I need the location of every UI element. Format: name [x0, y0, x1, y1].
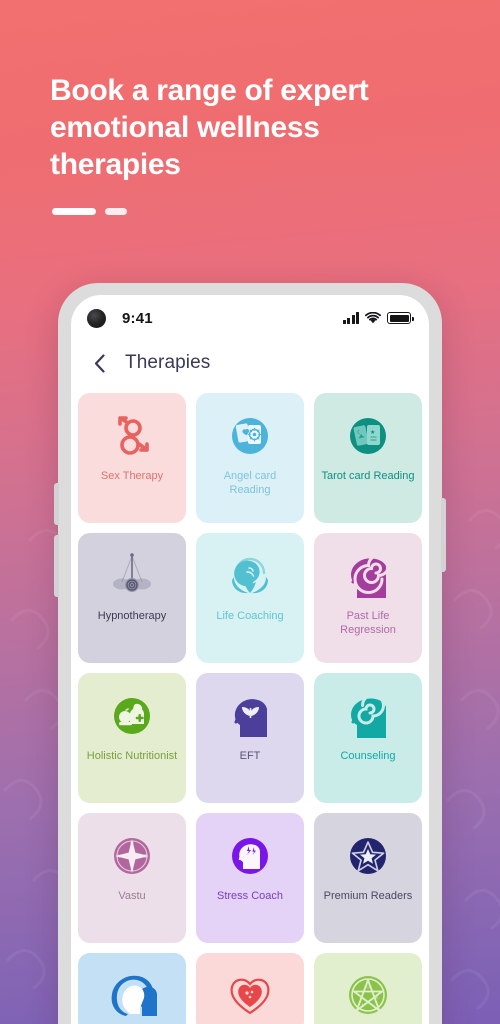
tile-hypnotherapy[interactable]: Hypnotherapy	[78, 533, 186, 663]
app-bar: Therapies	[71, 341, 429, 385]
tile-label: Angel card Reading	[223, 470, 277, 497]
volume-up-button[interactable]	[54, 483, 59, 525]
wifi-icon	[365, 312, 381, 324]
tile-partial-3[interactable]: ☉ ☽ ♃ ♄ ♀	[314, 953, 422, 1024]
svg-text:N: N	[130, 841, 133, 846]
tile-label: Sex Therapy	[100, 470, 164, 482]
status-bar: 9:41	[71, 295, 429, 341]
two-heads-icon	[106, 969, 158, 1021]
nutrition-icon	[108, 687, 156, 745]
compass-icon: N S E W	[108, 827, 156, 885]
tile-counseling[interactable]: Counseling	[314, 673, 422, 803]
head-lightning-icon	[226, 827, 274, 885]
front-camera-icon	[87, 308, 106, 328]
back-button[interactable]	[87, 351, 111, 375]
angel-cards-icon	[226, 407, 274, 465]
tile-label: Life Coaching	[216, 610, 284, 622]
tile-partial-2[interactable]	[196, 953, 304, 1024]
svg-text:♄: ♄	[361, 1003, 365, 1008]
svg-text:♃: ♃	[374, 995, 378, 1000]
pagination-dots	[52, 208, 127, 215]
power-button[interactable]	[441, 498, 446, 572]
head-leaf-icon	[226, 687, 274, 745]
therapy-grid: Sex Therapy Angel card Reading ☾ ★ Tarot…	[78, 393, 422, 1024]
tile-life-coaching[interactable]: Life Coaching	[196, 533, 304, 663]
tile-label: Past Life Regression	[340, 610, 396, 637]
tile-sex-therapy[interactable]: Sex Therapy	[78, 393, 186, 523]
tile-label: Premium Readers	[323, 890, 413, 902]
star-badge-icon	[344, 827, 392, 885]
heart-beat-icon	[226, 969, 274, 1021]
tile-past-life-regression[interactable]: Past Life Regression	[314, 533, 422, 663]
tile-eft[interactable]: EFT	[196, 673, 304, 803]
head-swirl-icon	[343, 687, 393, 745]
tile-partial-1[interactable]	[78, 953, 186, 1024]
volume-down-button[interactable]	[54, 535, 59, 597]
tarot-cards-icon: ☾ ★	[344, 407, 392, 465]
pendulum-icon	[104, 547, 160, 605]
pagination-dot-inactive[interactable]	[105, 208, 127, 215]
svg-text:E: E	[144, 854, 147, 859]
tile-label: Holistic Nutritionist	[86, 750, 178, 762]
tile-label: Vastu	[118, 890, 146, 902]
cellular-signal-icon	[342, 312, 359, 324]
tile-label: Tarot card Reading	[321, 470, 415, 482]
phone-screen: 9:41 Therapies Sex Therapy Angel card Re…	[71, 295, 429, 1024]
chevron-left-icon	[94, 353, 105, 373]
tile-vastu[interactable]: N S E W Vastu	[78, 813, 186, 943]
tile-label: Stress Coach	[216, 890, 284, 902]
phone-mockup: 9:41 Therapies Sex Therapy Angel card Re…	[54, 283, 446, 1024]
tile-label: Counseling	[340, 750, 396, 762]
tile-premium-readers[interactable]: Premium Readers	[314, 813, 422, 943]
tile-tarot-card-reading[interactable]: ☾ ★ Tarot card Reading	[314, 393, 422, 523]
tile-angel-card-reading[interactable]: Angel card Reading	[196, 393, 304, 523]
therapy-grid-scroll[interactable]: Sex Therapy Angel card Reading ☾ ★ Tarot…	[71, 385, 429, 1024]
tile-stress-coach[interactable]: Stress Coach	[196, 813, 304, 943]
gender-symbols-icon	[109, 407, 155, 465]
svg-text:★: ★	[370, 429, 375, 436]
page-title: Therapies	[125, 352, 211, 373]
tile-label: Hypnotherapy	[97, 610, 167, 622]
head-spiral-icon	[343, 547, 393, 605]
pentacle-icon: ☉ ☽ ♃ ♄ ♀	[345, 969, 391, 1021]
head-in-hands-icon	[224, 547, 276, 605]
status-bar-indicators	[342, 312, 414, 324]
battery-full-icon	[387, 312, 414, 324]
svg-text:S: S	[131, 867, 134, 872]
tile-holistic-nutritionist[interactable]: Holistic Nutritionist	[78, 673, 186, 803]
promo-headline: Book a range of expert emotional wellnes…	[50, 74, 369, 182]
tile-label: EFT	[239, 750, 261, 762]
status-bar-time: 9:41	[122, 309, 153, 327]
pagination-dot-active[interactable]	[52, 208, 96, 215]
promo-screen: Book a range of expert emotional wellnes…	[0, 0, 500, 1024]
svg-text:♀: ♀	[371, 1003, 374, 1008]
